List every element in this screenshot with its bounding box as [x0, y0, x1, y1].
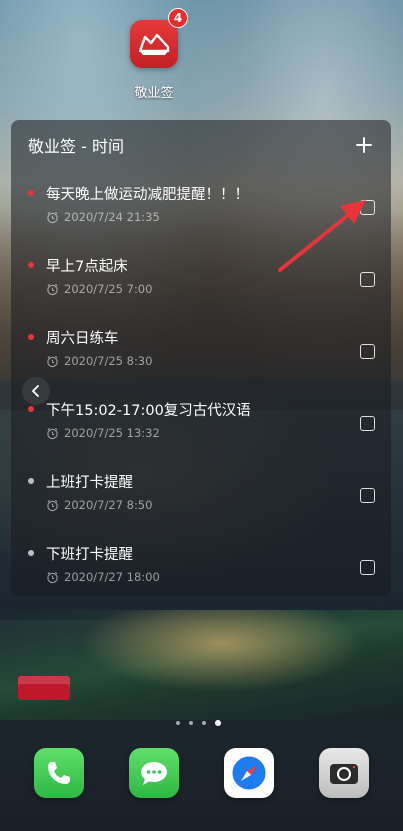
priority-dot: [28, 334, 34, 340]
alarm-clock-icon: [47, 355, 58, 367]
browser-app[interactable]: [224, 748, 274, 798]
task-checkbox[interactable]: [360, 416, 375, 431]
page-indicator[interactable]: [176, 720, 221, 726]
priority-dot: [28, 406, 34, 412]
task-checkbox[interactable]: [360, 488, 375, 503]
task-item[interactable]: 下午15:02-17:00复习古代汉语 2020/7/25 13:32: [11, 394, 391, 464]
task-title: 周六日练车: [46, 331, 119, 347]
task-reminder: 2020/7/24 21:35: [46, 210, 160, 224]
page-dot: [176, 721, 180, 725]
app-icon-jingyeqian[interactable]: [130, 20, 178, 68]
back-button[interactable]: [22, 377, 50, 405]
task-title: 上班打卡提醒: [46, 475, 133, 491]
alarm-clock-icon: [47, 283, 58, 295]
camera-app[interactable]: [319, 748, 369, 798]
task-item[interactable]: 周六日练车 2020/7/25 8:30: [11, 322, 391, 392]
task-title: 每天晚上做运动减肥提醒！！！: [46, 187, 249, 203]
task-time: 2020/7/25 13:32: [64, 426, 160, 440]
task-checkbox[interactable]: [360, 560, 375, 575]
notification-badge: 4: [168, 8, 188, 28]
wallpaper-bridge: [0, 610, 403, 720]
dock: [0, 748, 403, 804]
task-time: 2020/7/27 8:50: [64, 498, 153, 512]
app-logo-icon: [138, 33, 170, 55]
priority-dot: [28, 262, 34, 268]
task-time: 2020/7/27 18:00: [64, 570, 160, 584]
alarm-clock-icon: [47, 571, 58, 583]
add-task-button[interactable]: [353, 132, 375, 158]
task-item[interactable]: 下班打卡提醒 2020/7/27 18:00: [11, 538, 391, 608]
task-item[interactable]: 上班打卡提醒 2020/7/27 8:50: [11, 466, 391, 536]
priority-dot: [28, 478, 34, 484]
task-reminder: 2020/7/27 18:00: [46, 570, 160, 584]
arrow-shaft: [278, 210, 354, 272]
page-dot-active: [215, 720, 221, 726]
task-reminder: 2020/7/25 7:00: [46, 282, 152, 296]
task-title: 早上7点起床: [46, 259, 128, 275]
task-title: 下午15:02-17:00复习古代汉语: [46, 403, 251, 419]
alarm-clock-icon: [47, 211, 58, 223]
chevron-left-icon: [31, 385, 39, 397]
message-icon: [141, 762, 167, 785]
wallpaper-bus: [18, 676, 70, 700]
task-time: 2020/7/25 7:00: [64, 282, 153, 296]
priority-dot: [28, 190, 34, 196]
task-reminder: 2020/7/25 13:32: [46, 426, 160, 440]
plus-icon: [356, 137, 372, 153]
phone-app[interactable]: [34, 748, 84, 798]
annotation-arrow: [278, 200, 366, 272]
priority-dot: [28, 550, 34, 556]
messages-app[interactable]: [129, 748, 179, 798]
widget-title: 敬业签 - 时间: [28, 137, 124, 156]
page-dot: [202, 721, 206, 725]
task-reminder: 2020/7/27 8:50: [46, 498, 152, 512]
camera-icon: [330, 764, 358, 784]
app-label: 敬业签: [134, 86, 174, 101]
alarm-clock-icon: [47, 427, 58, 439]
compass-icon: [231, 755, 267, 791]
task-title: 下班打卡提醒: [46, 547, 133, 563]
task-reminder: 2020/7/25 8:30: [46, 354, 152, 368]
task-time: 2020/7/24 21:35: [64, 210, 160, 224]
alarm-clock-icon: [47, 499, 58, 511]
widget-header: 敬业签 - 时间: [11, 120, 391, 170]
phone-icon: [48, 762, 70, 784]
page-dot: [189, 721, 193, 725]
task-checkbox[interactable]: [360, 344, 375, 359]
task-time: 2020/7/25 8:30: [64, 354, 153, 368]
